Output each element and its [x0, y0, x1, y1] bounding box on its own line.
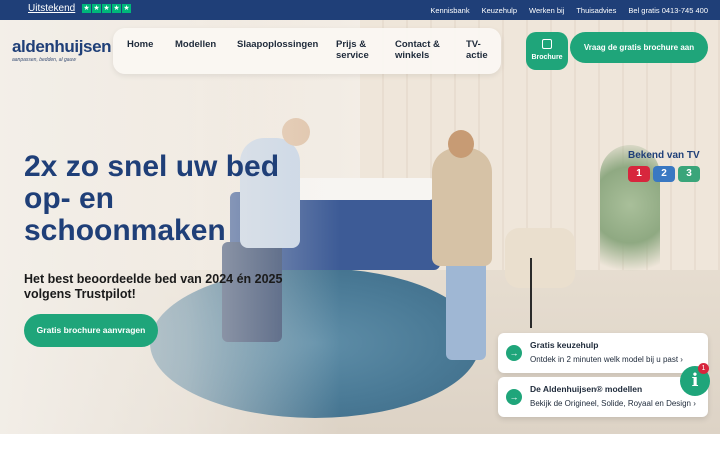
top-link-werken-bij[interactable]: Werken bij: [529, 6, 564, 15]
card-keuzehulp[interactable]: → Gratis keuzehulp Ontdek in 2 minuten w…: [498, 333, 708, 373]
hero-headline: 2x zo snel uw bed op- en schoonmaken: [24, 150, 280, 247]
brochure-icon-label: Brochure: [531, 54, 563, 61]
logo-tagline: aanpassen, bedden, al gauw: [12, 57, 76, 63]
card-text: Ontdek in 2 minuten welk model bij u pas…: [530, 355, 683, 364]
top-links: Kennisbank Keuzehulp Werken bij Thuisadv…: [430, 0, 708, 20]
logo-wordmark: aldenhuijsen: [12, 37, 112, 56]
hero-woman-legs: [446, 260, 486, 360]
top-link-keuzehulp[interactable]: Keuzehulp: [482, 6, 517, 15]
top-link-kennisbank[interactable]: Kennisbank: [430, 6, 469, 15]
tv-label: Bekend van TV: [628, 150, 700, 161]
card-text: Bekijk de Origineel, Solide, Royaal en D…: [530, 399, 696, 408]
trustpilot-rating-link[interactable]: Uitstekend: [28, 3, 75, 14]
card-title: De Aldenhuijsen® modellen: [530, 384, 643, 394]
nav-item-home[interactable]: Home: [127, 39, 153, 50]
nav-item-slaapoplossingen[interactable]: Slaapoplossingen: [237, 39, 318, 50]
trustpilot-stars[interactable]: ★ ★ ★ ★ ★: [82, 4, 131, 13]
star-icon: ★: [92, 4, 101, 13]
top-link-thuisadvies[interactable]: Thuisadvies: [576, 6, 616, 15]
star-icon: ★: [102, 4, 111, 13]
main-navigation: Home Modellen Slaapoplossingen Prijs & s…: [113, 28, 501, 74]
hero-woman-head: [448, 130, 474, 158]
arrow-right-icon: →: [506, 345, 522, 361]
npo3-logo-icon: 3: [678, 166, 700, 182]
star-icon: ★: [82, 4, 91, 13]
top-bar: Uitstekend ★ ★ ★ ★ ★ Kennisbank Keuzehul…: [0, 0, 720, 20]
npo1-logo-icon: 1: [628, 166, 650, 182]
hero-side-table: [530, 258, 552, 328]
card-title: Gratis keuzehulp: [530, 340, 599, 350]
top-link-phone[interactable]: Bel gratis 0413-745 400: [628, 6, 708, 15]
brochure-icon-button[interactable]: Brochure: [526, 32, 568, 70]
hero-woman: [432, 148, 492, 266]
hero-subheadline: Het best beoordeelde bed van 2024 én 202…: [24, 272, 283, 301]
nav-item-modellen[interactable]: Modellen: [175, 39, 216, 50]
brochure-icon: [542, 39, 552, 49]
request-brochure-button[interactable]: Vraag de gratis brochure aan: [570, 32, 708, 63]
nav-item-tv-actie[interactable]: TV-actie: [466, 39, 490, 61]
npo2-logo-icon: 2: [653, 166, 675, 182]
tv-channel-logos: 1 2 3: [628, 166, 700, 182]
page-below-fold: [0, 434, 720, 450]
card-modellen[interactable]: → De Aldenhuijsen® modellen Bekijk de Or…: [498, 377, 708, 417]
nav-item-contact-winkels[interactable]: Contact & winkels: [395, 39, 449, 61]
star-icon: ★: [122, 4, 131, 13]
notification-badge: 1: [698, 363, 709, 374]
arrow-right-icon: →: [506, 389, 522, 405]
hero-brochure-button[interactable]: Gratis brochure aanvragen: [24, 314, 158, 347]
nav-item-prijs-service[interactable]: Prijs & service: [336, 39, 380, 61]
star-icon: ★: [112, 4, 121, 13]
site-logo[interactable]: aldenhuijsen aanpassen, bedden, al gauw: [12, 37, 112, 64]
